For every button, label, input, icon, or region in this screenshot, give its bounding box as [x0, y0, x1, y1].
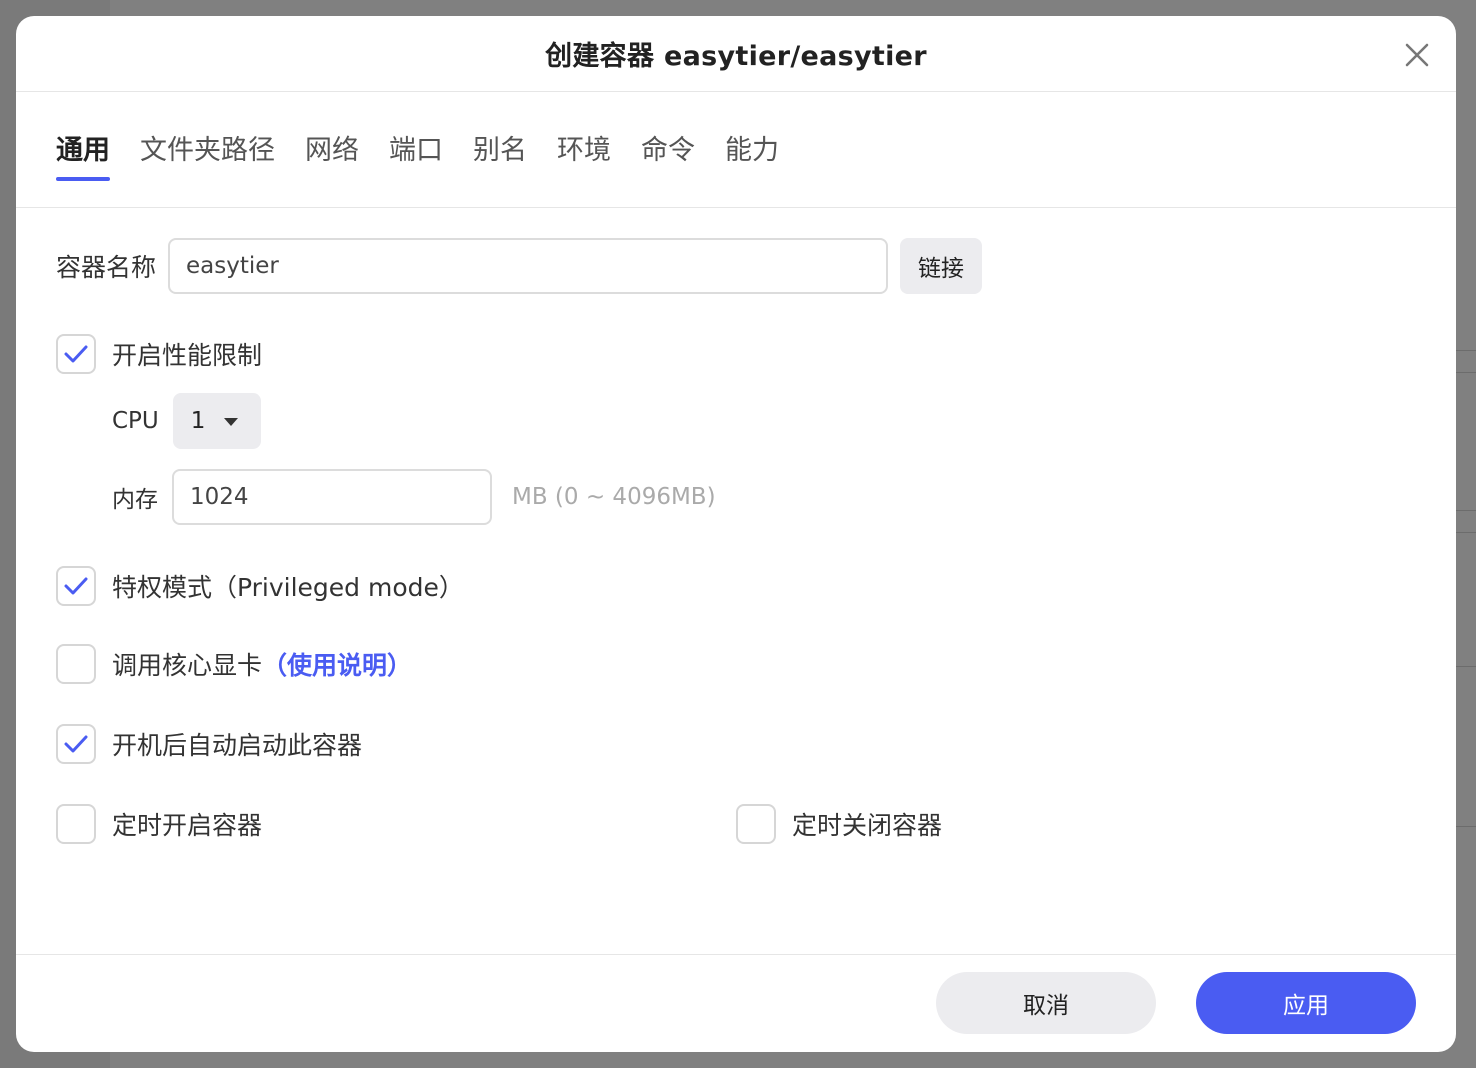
schedule-stop-label: 定时关闭容器 [792, 811, 943, 840]
tab-aliases[interactable]: 别名 [473, 128, 527, 181]
close-icon [1405, 43, 1429, 67]
dialog-title: 创建容器 easytier/easytier [545, 41, 927, 72]
memory-hint: MB (0 ~ 4096MB) [512, 484, 716, 510]
create-container-dialog: 创建容器 easytier/easytier 通用 文件夹路径 网络 端口 别名… [16, 16, 1456, 1052]
autostart-checkbox[interactable] [56, 724, 96, 764]
container-name-input[interactable]: easytier [168, 238, 889, 294]
cancel-button[interactable]: 取消 [936, 972, 1156, 1034]
tab-general[interactable]: 通用 [56, 128, 110, 181]
link-button[interactable]: 链接 [900, 238, 983, 294]
memory-input[interactable]: 1024 [172, 469, 492, 525]
privileged-label: 特权模式（Privileged mode） [112, 573, 464, 602]
schedule-start-checkbox[interactable] [56, 804, 96, 844]
gpu-help-link[interactable]: （使用说明） [262, 646, 412, 682]
schedule-start-label: 定时开启容器 [112, 811, 263, 840]
tab-ports[interactable]: 端口 [389, 128, 443, 181]
checkmark-icon [64, 577, 88, 595]
apply-button[interactable]: 应用 [1196, 972, 1416, 1034]
perf-limit-label: 开启性能限制 [112, 341, 263, 370]
container-name-label: 容器名称 [56, 253, 157, 282]
autostart-row: 开机后自动启动此容器 [56, 724, 362, 764]
autostart-label: 开机后自动启动此容器 [112, 731, 363, 760]
cpu-label: CPU [112, 408, 159, 434]
memory-label: 内存 [112, 487, 158, 513]
schedule-start-row: 定时开启容器 [56, 804, 262, 844]
cpu-row: CPU 1 [112, 393, 261, 449]
gpu-checkbox[interactable] [56, 644, 96, 684]
checkmark-icon [64, 345, 88, 363]
tab-capabilities[interactable]: 能力 [725, 128, 779, 181]
privileged-checkbox[interactable] [56, 566, 96, 606]
dialog-footer: 取消 应用 [16, 954, 1456, 1052]
cpu-select[interactable]: 1 [172, 393, 261, 449]
gpu-label: 调用核心显卡 [112, 651, 263, 680]
tab-environment[interactable]: 环境 [557, 128, 611, 181]
dialog-header: 创建容器 easytier/easytier [16, 16, 1456, 92]
caret-down-icon [223, 418, 238, 426]
perf-limit-checkbox[interactable] [56, 334, 96, 374]
container-name-row: 容器名称 easytier 链接 [56, 238, 983, 294]
close-button[interactable] [1402, 40, 1432, 70]
memory-field-row: 内存 1024 MB (0 ~ 4096MB) [112, 469, 716, 525]
perf-limit-row: 开启性能限制 [56, 334, 262, 374]
tab-bar: 通用 文件夹路径 网络 端口 别名 环境 命令 能力 [16, 92, 1456, 208]
checkmark-icon [64, 735, 88, 753]
general-settings: 容器名称 easytier 链接 开启性能限制 CPU 1 内存 1024 MB… [16, 208, 1456, 954]
tab-command[interactable]: 命令 [641, 128, 695, 181]
privileged-row: 特权模式（Privileged mode） [56, 566, 464, 606]
schedule-stop-row: 定时关闭容器 [736, 804, 942, 844]
tab-folder-paths[interactable]: 文件夹路径 [140, 128, 275, 181]
tab-network[interactable]: 网络 [305, 128, 359, 181]
cpu-value: 1 [190, 408, 206, 434]
gpu-row: 调用核心显卡 （使用说明） [56, 644, 412, 684]
schedule-stop-checkbox[interactable] [736, 804, 776, 844]
